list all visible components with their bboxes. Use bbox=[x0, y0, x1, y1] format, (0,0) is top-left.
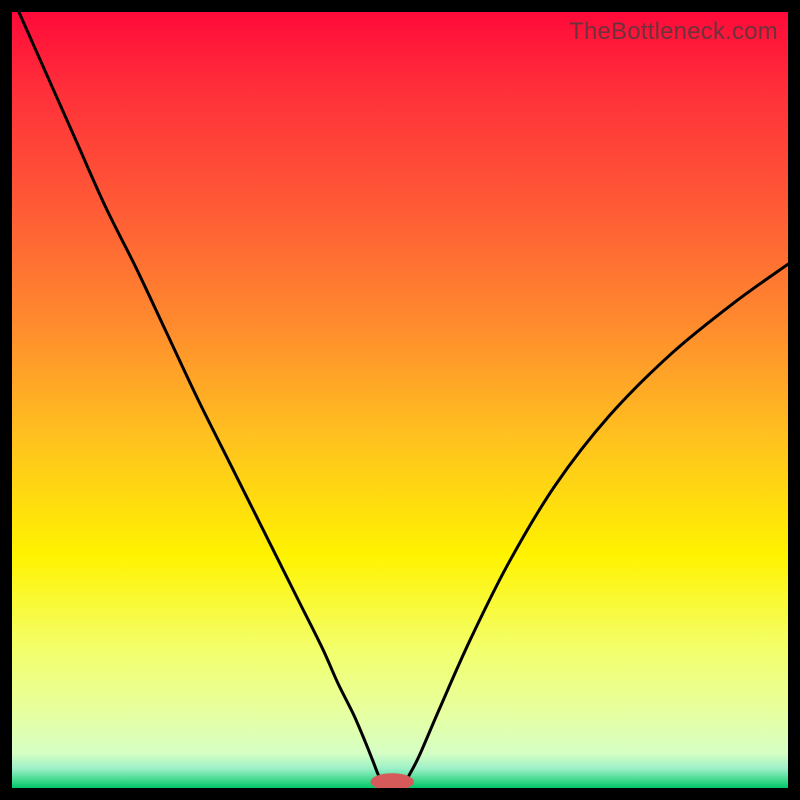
chart-stage: TheBottleneck.com bbox=[0, 0, 800, 800]
gradient-background bbox=[12, 12, 788, 788]
plot-area: TheBottleneck.com bbox=[12, 12, 788, 788]
bottleneck-chart bbox=[12, 12, 788, 788]
